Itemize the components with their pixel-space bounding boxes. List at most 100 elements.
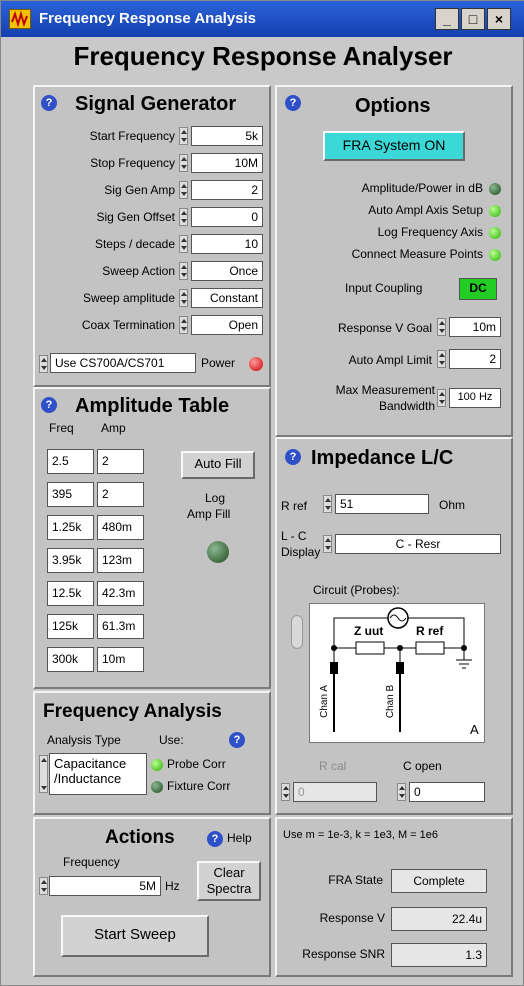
app-heading: Frequency Response Analyser [73,41,453,71]
amp-cell[interactable]: 123m [97,548,144,573]
help-icon[interactable]: ? [41,95,57,111]
option-led[interactable] [489,183,501,195]
circuit-id: A [470,722,479,737]
actions-title: Actions [105,827,175,848]
circuit-scroll[interactable] [291,615,303,649]
device-select[interactable]: Use CS700A/CS701 [50,353,196,373]
rref-spinner[interactable] [323,495,332,513]
freq-cell[interactable]: 1.25k [47,515,94,540]
freq-cell[interactable]: 3.95k [47,548,94,573]
minimize-button[interactable]: _ [435,8,459,30]
copen-field[interactable]: 0 [409,782,485,802]
title-bar: Frequency Response Analysis _ □ × [1,1,524,37]
rref-unit: Ohm [439,498,466,512]
sg-row-field[interactable]: 10M [191,153,263,173]
sg-row-field[interactable]: Open [191,315,263,335]
lc-spinner[interactable] [323,535,332,553]
fra-state-label: FRA State [328,873,383,887]
help-link[interactable]: Help [227,831,252,845]
response-v-label: Response V [319,911,385,925]
power-label: Power [201,356,236,370]
amp-cell[interactable]: 2 [97,449,144,474]
sg-row-spinner[interactable] [179,262,188,280]
sg-row-field[interactable]: Once [191,261,263,281]
help-icon[interactable]: ? [229,732,245,748]
copen-label: C open [403,759,442,773]
frequency-spinner[interactable] [39,877,48,895]
freq-cell[interactable]: 125k [47,614,94,639]
analysis-type-label: Analysis Type [47,733,121,747]
fra-system-button[interactable]: FRA System ON [323,131,465,161]
amp-cell[interactable]: 10m [97,647,144,672]
copen-spinner[interactable] [397,783,406,801]
use-label: Use: [159,733,184,747]
rref-field[interactable]: 51 [335,494,429,514]
fixture-corr-led[interactable] [151,781,163,793]
amp-cell[interactable]: 480m [97,515,144,540]
max-bw-label: Max Measurement [335,383,435,397]
log-amp-fill-led[interactable] [207,541,229,563]
option-led[interactable] [489,249,501,261]
option-led[interactable] [489,205,501,217]
analysis-type-spinner[interactable] [39,755,48,793]
sg-row-spinner[interactable] [179,316,188,334]
auto-limit-field[interactable]: 2 [449,349,501,369]
power-led [249,357,263,371]
freq-cell[interactable]: 300k [47,647,94,672]
amp-cell[interactable]: 61.3m [97,614,144,639]
freq-cell[interactable]: 395 [47,482,94,507]
sg-row-field[interactable]: 10 [191,234,263,254]
sg-row-field[interactable]: 5k [191,126,263,146]
sg-row-spinner[interactable] [179,154,188,172]
frequency-label: Frequency [63,855,120,869]
response-goal-field[interactable]: 10m [449,317,501,337]
maximize-button[interactable]: □ [461,8,485,30]
help-icon[interactable]: ? [285,95,301,111]
analysis-type-select[interactable]: Capacitance /Inductance [49,753,147,795]
auto-limit-spinner[interactable] [437,350,446,368]
sg-row-spinner[interactable] [179,235,188,253]
circuit-diagram: Z uut R ref Chan A Chan B A [309,603,485,743]
amp-cell[interactable]: 42.3m [97,581,144,606]
amplitude-table-title: Amplitude Table [75,395,230,417]
max-bw-field[interactable]: 100 Hz [449,388,501,408]
sg-row-field[interactable]: Constant [191,288,263,308]
max-bw-spinner[interactable] [437,389,446,407]
units-note: Use m = 1e-3, k = 1e3, M = 1e6 [283,829,438,841]
auto-fill-button[interactable]: Auto Fill [181,451,255,479]
frequency-field[interactable]: 5M [49,876,161,896]
help-icon[interactable]: ? [41,397,57,413]
sg-row-spinner[interactable] [179,181,188,199]
clear-spectra-button[interactable]: Clear Spectra [197,861,261,901]
freq-cell[interactable]: 12.5k [47,581,94,606]
status-panel: Use m = 1e-3, k = 1e3, M = 1e6 FRA State… [275,817,513,977]
sg-row-field[interactable]: 0 [191,207,263,227]
sg-row-spinner[interactable] [179,208,188,226]
input-coupling-toggle[interactable]: DC [459,278,497,300]
impedance-panel: ? Impedance L/C R ref 51 Ohm L - C Displ… [275,437,513,815]
sg-row-spinner[interactable] [179,127,188,145]
snr-label: Response SNR [302,947,385,961]
circuit-schematic [330,607,472,732]
close-button[interactable]: × [487,8,511,30]
response-goal-spinner[interactable] [437,318,446,336]
sg-row-spinner[interactable] [179,289,188,307]
probe-corr-label: Probe Corr [167,757,226,771]
freq-cell[interactable]: 2.5 [47,449,94,474]
amp-cell[interactable]: 2 [97,482,144,507]
max-bw-label-2: Bandwidth [378,399,435,413]
window-title: Frequency Response Analysis [39,10,257,27]
lc-display-select[interactable]: C - Resr [335,534,501,554]
help-icon[interactable]: ? [207,831,223,847]
option-led[interactable] [489,227,501,239]
chan-a-label: Chan A [318,685,330,718]
start-sweep-button[interactable]: Start Sweep [61,915,209,957]
help-icon[interactable]: ? [285,449,301,465]
chan-b-label: Chan B [385,684,397,719]
sg-row-field[interactable]: 2 [191,180,263,200]
auto-limit-label: Auto Ampl Limit [348,353,432,367]
probe-corr-led[interactable] [151,759,163,771]
device-spinner[interactable] [39,355,48,373]
rcal-field: 0 [293,782,377,802]
sg-row-label: Coax Termination [81,318,175,332]
